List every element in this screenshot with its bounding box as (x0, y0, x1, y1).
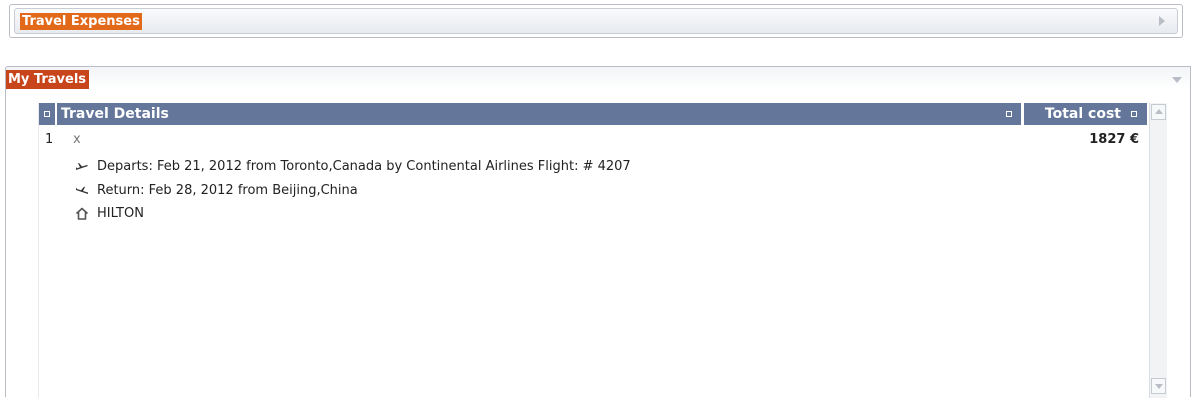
my-travels-title: My Travels (6, 70, 90, 89)
travels-table: Travel Details Total cost 1 x 1827 € Dep… (38, 103, 1167, 398)
return-text: Return: Feb 28, 2012 from Beijing,China (97, 183, 358, 198)
vertical-scrollbar[interactable] (1149, 103, 1167, 398)
scroll-up-button[interactable] (1151, 104, 1166, 120)
return-line: Return: Feb 28, 2012 from Beijing,China (75, 181, 358, 201)
column-menu-icon[interactable] (1131, 111, 1137, 117)
scroll-down-button[interactable] (1151, 378, 1166, 394)
triangle-down-icon[interactable] (1172, 77, 1182, 83)
travel-details-header-label: Travel Details (61, 106, 169, 122)
travel-expenses-panel: Travel Expenses (9, 4, 1183, 38)
arrow-down-icon (1155, 384, 1163, 389)
column-header-travel-details[interactable]: Travel Details (57, 103, 1021, 125)
column-menu-icon[interactable] (44, 111, 50, 117)
hotel-line: HILTON (75, 204, 144, 224)
row-number: 1 (45, 132, 54, 147)
row-total-cost: 1827 € (1089, 132, 1139, 147)
row-marker[interactable]: x (73, 132, 81, 147)
travel-expenses-title: Travel Expenses (20, 13, 142, 30)
triangle-right-icon[interactable] (1159, 16, 1165, 26)
column-header-total-cost[interactable]: Total cost (1024, 103, 1147, 125)
departure-line: Departs: Feb 21, 2012 from Toronto,Canad… (75, 157, 631, 177)
my-travels-panel: My Travels Travel Details Total cost 1 x… (5, 66, 1191, 398)
plane-arrival-icon (75, 186, 97, 196)
total-cost-header-label: Total cost (1044, 106, 1121, 122)
plane-departure-icon (75, 162, 97, 172)
travel-expenses-header[interactable]: Travel Expenses (14, 8, 1178, 34)
hotel-text: HILTON (97, 206, 144, 221)
departure-text: Departs: Feb 21, 2012 from Toronto,Canad… (97, 159, 631, 174)
house-icon (75, 207, 97, 220)
column-menu-icon[interactable] (1006, 111, 1012, 117)
arrow-up-icon (1155, 109, 1163, 114)
select-column-header[interactable] (39, 103, 55, 125)
